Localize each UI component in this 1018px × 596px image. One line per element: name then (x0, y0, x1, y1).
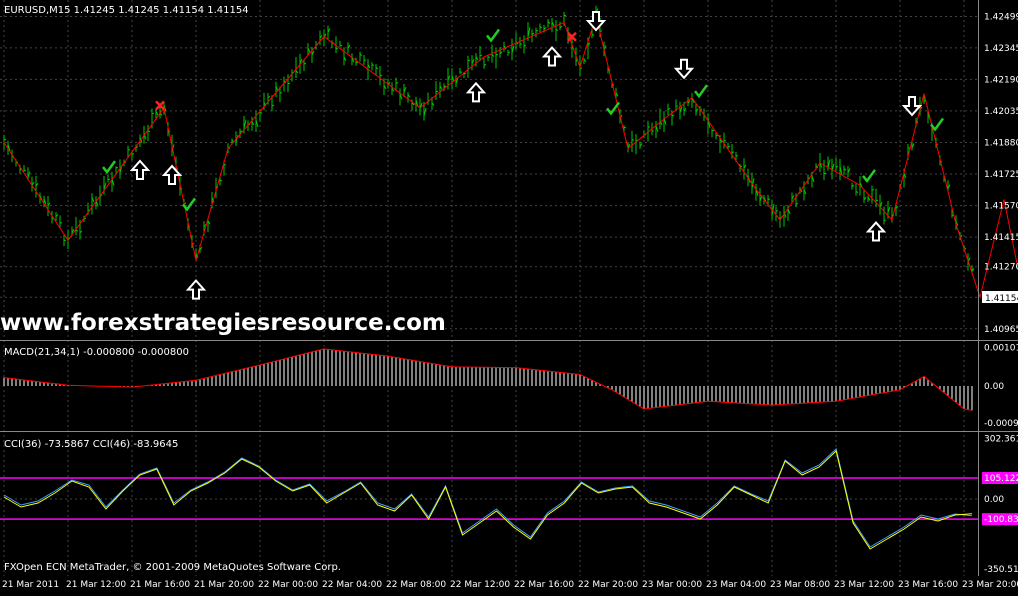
time-tick-label: 21 Mar 20:00 (194, 580, 254, 590)
time-tick-label: 22 Mar 20:00 (578, 580, 638, 590)
macd-tick-label: 0.00101 (984, 343, 1018, 353)
price-bar-tick (340, 45, 342, 46)
cci-tick-label: 105.122 (984, 474, 1018, 484)
time-tick-label: 21 Mar 2011 (2, 580, 59, 590)
current-price-label: 1.41154 (985, 294, 1018, 304)
price-bar-tick (380, 75, 382, 76)
price-tick-label: 1.40965 (984, 325, 1018, 335)
price-bar-tick (876, 200, 878, 201)
price-bar-tick (488, 57, 490, 58)
cci-tick-label: -100.83 (984, 515, 1018, 525)
price-bar-tick (736, 156, 738, 157)
time-tick-label: 23 Mar 20:00 (962, 580, 1018, 590)
price-bar-tick (224, 164, 226, 165)
watermark-url: www.forexstrategiesresource.com (0, 310, 446, 336)
price-tick-label: 1.41415 (984, 233, 1018, 243)
price-tick-label: 1.42345 (984, 44, 1018, 54)
time-tick-label: 22 Mar 00:00 (258, 580, 318, 590)
time-tick-label: 23 Mar 08:00 (770, 580, 830, 590)
time-tick-label: 23 Mar 12:00 (834, 580, 894, 590)
price-bar-tick (716, 135, 718, 136)
time-tick-label: 23 Mar 00:00 (642, 580, 702, 590)
macd-tick-label: 0.00 (984, 382, 1004, 392)
background (0, 0, 1018, 592)
price-bar-tick (796, 204, 798, 205)
time-tick-label: 22 Mar 08:00 (386, 580, 446, 590)
platform-footer: FXOpen ECN MetaTrader, © 2001-2009 MetaQ… (4, 562, 341, 573)
time-tick-label: 23 Mar 04:00 (706, 580, 766, 590)
time-tick-label: 21 Mar 12:00 (66, 580, 126, 590)
price-bar-tick (496, 54, 498, 55)
trading-chart: EURUSD,M15 1.41245 1.41245 1.41154 1.411… (0, 0, 1018, 592)
time-tick-label: 23 Mar 16:00 (898, 580, 958, 590)
price-header: EURUSD,M15 1.41245 1.41245 1.41154 1.411… (4, 5, 249, 16)
price-bar-tick (712, 130, 714, 131)
price-bar-tick (632, 140, 634, 141)
cci-tick-label: -350.51 (984, 565, 1018, 575)
macd-tick-label: -0.00097 (984, 419, 1018, 429)
price-tick-label: 1.41570 (984, 202, 1018, 212)
time-axis: 21 Mar 2011 21 Mar 12:00 21 Mar 16:00 21 Ma… (2, 580, 1018, 590)
price-bar-tick (724, 140, 726, 141)
time-tick-label: 22 Mar 12:00 (450, 580, 510, 590)
price-tick-label: 1.41880 (984, 138, 1018, 148)
price-tick-label: 1.42190 (984, 75, 1018, 85)
time-tick-label: 22 Mar 04:00 (322, 580, 382, 590)
time-tick-label: 22 Mar 16:00 (514, 580, 574, 590)
cci-header: CCI(36) -73.5867 CCI(46) -83.9645 (4, 439, 178, 450)
price-tick-label: 1.41725 (984, 170, 1018, 180)
cci-tick-label: 302.361 (984, 435, 1018, 445)
price-tick-label: 1.41270 (984, 263, 1018, 273)
time-tick-label: 21 Mar 16:00 (130, 580, 190, 590)
price-tick-label: 1.42499 (984, 12, 1018, 22)
macd-header: MACD(21,34,1) -0.000800 -0.000800 (4, 347, 189, 358)
price-bar-tick (464, 73, 466, 74)
cci-tick-label: 0.00 (984, 495, 1004, 505)
price-tick-label: 1.42035 (984, 107, 1018, 117)
